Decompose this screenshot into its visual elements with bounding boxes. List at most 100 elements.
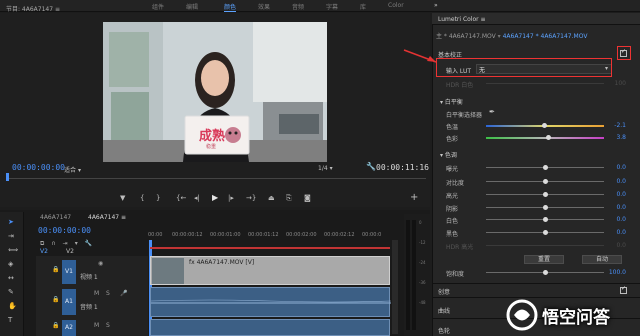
chevron-down-icon: ▾ xyxy=(77,167,81,174)
saturation-value[interactable]: 100.0 xyxy=(604,269,626,276)
type-icon[interactable]: T xyxy=(8,316,17,325)
audio-meters: 0 -12 -24 -36 -48 xyxy=(404,214,430,336)
highlights-knob[interactable] xyxy=(543,192,548,197)
slip-icon[interactable]: ↔ xyxy=(8,274,17,283)
tone-header[interactable]: ▾ 色调 xyxy=(440,150,457,159)
track-label-v1[interactable]: V1 xyxy=(62,260,76,284)
workspace-tab-audio[interactable]: 音频 xyxy=(292,2,304,11)
monitor-playhead[interactable] xyxy=(6,173,9,181)
lock-icon[interactable]: 🔒 xyxy=(52,322,59,329)
monitor-scrub-bar[interactable] xyxy=(6,178,426,179)
lock-icon[interactable]: 🔒 xyxy=(52,266,59,273)
audio-clip[interactable] xyxy=(150,287,392,317)
timeline-toolbar-icons[interactable]: ⧉∩⇥▾🔧 xyxy=(40,240,99,248)
whites-knob[interactable] xyxy=(543,217,548,222)
auto-button[interactable]: 自动 xyxy=(582,255,622,264)
eyedropper-icon[interactable]: ✒ xyxy=(489,108,495,116)
extract-icon[interactable]: ⎘ xyxy=(286,194,292,203)
workspace-tab-color-en[interactable]: Color xyxy=(388,2,404,9)
contrast-value[interactable]: 0.0 xyxy=(608,178,626,185)
master-clip-label[interactable]: 主 * 4A6A7147.MOV xyxy=(436,33,496,40)
creative-checkbox[interactable] xyxy=(620,285,627,294)
tint-value[interactable]: 3.8 xyxy=(608,134,626,141)
temperature-label: 色温 xyxy=(446,124,459,131)
step-forward-icon[interactable]: |▸ xyxy=(228,194,234,202)
workspace-tab-assembly[interactable]: 组件 xyxy=(152,2,164,11)
audio-clip-2[interactable] xyxy=(150,319,390,336)
razor-icon[interactable]: ◈ xyxy=(8,260,17,269)
exposure-value[interactable]: 0.0 xyxy=(608,164,626,171)
monitor-timecode-current[interactable]: 00:00:00:00 xyxy=(12,163,65,172)
shadows-value[interactable]: 0.0 xyxy=(608,204,626,211)
blacks-knob[interactable] xyxy=(543,230,548,235)
go-to-out-icon[interactable]: →} xyxy=(246,194,256,202)
hdr-white-slider xyxy=(486,83,604,84)
video-clip[interactable]: fx 4A6A7147.MOV [V] xyxy=(150,256,390,285)
track-target-v2[interactable]: V2 xyxy=(40,248,48,255)
selection-tool-icon[interactable]: ➤ xyxy=(8,218,17,227)
white-balance-header[interactable]: ▾ 白平衡 xyxy=(440,97,463,106)
shadows-knob[interactable] xyxy=(543,205,548,210)
mark-out-icon[interactable]: } xyxy=(156,194,160,202)
tone-title: 色调 xyxy=(444,152,457,159)
highlights-value[interactable]: 0.0 xyxy=(608,191,626,198)
saturation-label: 饱和度 xyxy=(446,271,465,278)
mark-in-icon[interactable]: { xyxy=(140,194,144,202)
lock-icon[interactable]: 🔒 xyxy=(52,296,59,303)
solo-toggle[interactable]: S xyxy=(106,322,110,329)
more-workspaces-icon[interactable]: » xyxy=(434,2,438,9)
hand-icon[interactable]: ✋ xyxy=(8,302,17,311)
track-label-a2[interactable]: A2 xyxy=(62,320,76,336)
go-to-in-icon[interactable]: {← xyxy=(176,194,186,202)
reset-button[interactable]: 重置 xyxy=(524,255,564,264)
meter-channel-left xyxy=(406,220,410,330)
mute-toggle[interactable]: M xyxy=(94,290,99,297)
workspace-tab-edit[interactable]: 编辑 xyxy=(186,2,198,11)
workspace-tab-effects[interactable]: 效果 xyxy=(258,2,270,11)
sequence-tab-2[interactable]: 4A6A7147 ≡ xyxy=(88,214,126,221)
timeline-ruler[interactable]: 00:00 00:00:00:12 00:00:01:00 00:00:01:1… xyxy=(148,232,392,246)
blacks-value[interactable]: 0.0 xyxy=(608,229,626,236)
ripple-edit-icon[interactable]: ⟺ xyxy=(8,246,18,255)
workspace-tab-color[interactable]: 颜色 xyxy=(224,2,237,12)
lumetri-title[interactable]: Lumetri Color ≡ xyxy=(438,16,486,23)
lumetri-clip-selector[interactable]: 主 * 4A6A7147.MOV ▾ 4A6A7147 * 4A6A7147.M… xyxy=(436,31,587,40)
temperature-value[interactable]: -2.1 xyxy=(608,122,626,129)
camera-icon[interactable]: ◙ xyxy=(304,194,311,202)
resolution-dropdown[interactable]: 1/4 ▾ xyxy=(318,165,333,172)
track-select-icon[interactable]: ⇥ xyxy=(8,232,17,241)
lift-icon[interactable]: ⏏ xyxy=(268,194,275,202)
meter-scale-0: 0 xyxy=(419,220,422,225)
add-marker-icon[interactable]: ▼ xyxy=(120,194,125,202)
timeline-timecode[interactable]: 00:00:00:00 xyxy=(38,226,91,235)
hdr-white-value: 100 xyxy=(614,80,626,87)
whites-value[interactable]: 0.0 xyxy=(608,216,626,223)
play-icon[interactable]: ▶ xyxy=(212,193,218,202)
ruler-tick-label: 00:00 xyxy=(148,232,163,238)
step-back-icon[interactable]: ◂| xyxy=(194,194,200,202)
timeline-vertical-scrollbar[interactable] xyxy=(392,240,398,334)
wrench-icon[interactable]: 🔧 xyxy=(366,162,376,171)
curves-section-header[interactable]: 曲线 xyxy=(438,306,450,315)
workspace-tab-library[interactable]: 库 xyxy=(360,2,366,11)
microphone-icon[interactable]: 🎤 xyxy=(120,290,127,297)
sequence-tab-1[interactable]: 4A6A7147 xyxy=(40,214,71,221)
solo-toggle[interactable]: S xyxy=(106,290,110,297)
add-button-icon[interactable]: + xyxy=(410,192,418,203)
temperature-knob[interactable] xyxy=(542,123,547,128)
creative-section-header[interactable]: 创意 xyxy=(438,287,450,296)
pen-icon[interactable]: ✎ xyxy=(8,288,17,297)
contrast-knob[interactable] xyxy=(543,179,548,184)
color-wheels-section-header[interactable]: 色轮 xyxy=(438,326,450,335)
mute-toggle[interactable]: M xyxy=(94,322,99,329)
fit-dropdown[interactable]: 适合 ▾ xyxy=(64,165,81,174)
track-label-a1[interactable]: A1 xyxy=(62,289,76,315)
saturation-knob[interactable] xyxy=(543,270,548,275)
tint-slider[interactable] xyxy=(486,137,604,139)
workspace-tab-captions[interactable]: 字幕 xyxy=(326,2,338,11)
eye-icon[interactable]: ◉ xyxy=(98,260,103,267)
exposure-knob[interactable] xyxy=(543,165,548,170)
tint-knob[interactable] xyxy=(546,135,551,140)
hdr-specular-value: 0.0 xyxy=(616,242,626,249)
sequence-clip-label[interactable]: 4A6A7147 * 4A6A7147.MOV xyxy=(503,33,588,40)
